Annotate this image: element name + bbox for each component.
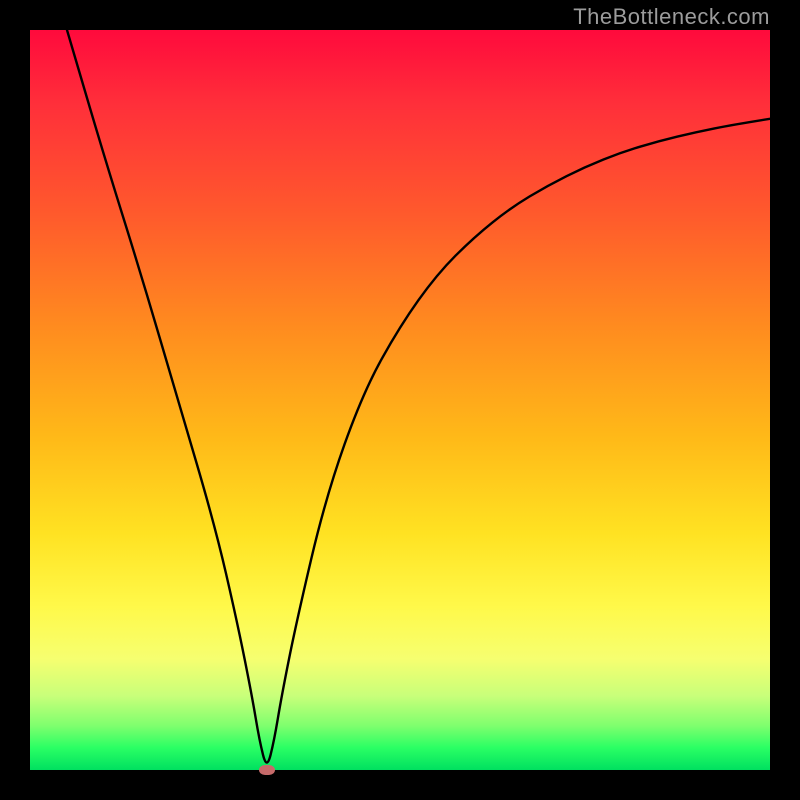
watermark-text: TheBottleneck.com xyxy=(573,4,770,30)
minimum-point-marker xyxy=(259,765,275,775)
chart-frame: TheBottleneck.com xyxy=(0,0,800,800)
bottleneck-curve xyxy=(30,30,770,770)
plot-area xyxy=(30,30,770,770)
